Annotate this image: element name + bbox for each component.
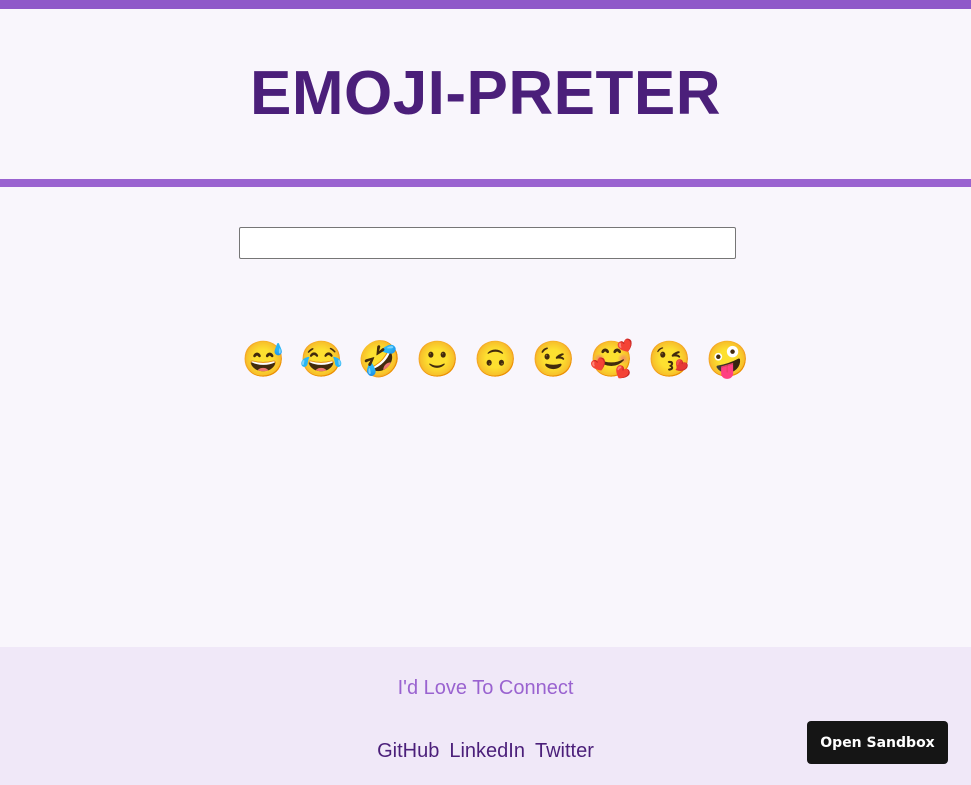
linkedin-link[interactable]: LinkedIn bbox=[449, 740, 525, 763]
top-accent-bar bbox=[0, 0, 971, 9]
emoji-face-blowing-a-kiss[interactable]: 😘 bbox=[648, 338, 692, 382]
emoji-winking-face[interactable]: 😉 bbox=[532, 338, 576, 382]
github-link[interactable]: GitHub bbox=[377, 740, 439, 763]
emoji-grinning-face-with-sweat[interactable]: 😅 bbox=[242, 338, 286, 382]
open-sandbox-button[interactable]: Open Sandbox bbox=[807, 721, 948, 764]
twitter-link[interactable]: Twitter bbox=[535, 740, 594, 763]
emoji-face-with-tears-of-joy[interactable]: 😂 bbox=[300, 338, 344, 382]
header: EMOJI-PRETER bbox=[0, 9, 971, 179]
emoji-smiling-face-with-hearts[interactable]: 🥰 bbox=[590, 338, 634, 382]
emoji-input[interactable] bbox=[239, 227, 736, 259]
emoji-list: 😅 😂 🤣 🙂 🙃 😉 🥰 😘 🤪 bbox=[0, 337, 971, 383]
emoji-zany-face[interactable]: 🤪 bbox=[706, 338, 750, 382]
footer-heading: I'd Love To Connect bbox=[397, 677, 574, 699]
footer bbox=[0, 647, 971, 785]
emoji-upside-down-face[interactable]: 🙃 bbox=[474, 338, 518, 382]
emoji-rolling-on-the-floor-laughing[interactable]: 🤣 bbox=[358, 338, 402, 382]
emoji-slightly-smiling-face[interactable]: 🙂 bbox=[416, 338, 460, 382]
header-divider bbox=[0, 179, 971, 187]
page-title: EMOJI-PRETER bbox=[249, 58, 722, 128]
